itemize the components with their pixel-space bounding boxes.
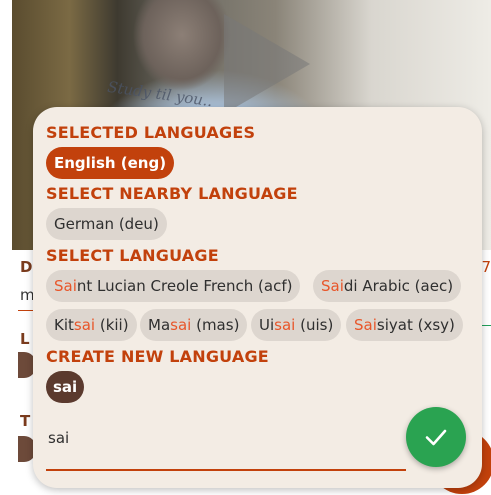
- selected-languages-title: SELECTED LANGUAGES: [46, 123, 256, 142]
- search-underline: [46, 469, 406, 471]
- language-option-chip[interactable]: Kitsai (kii): [46, 309, 137, 341]
- nearby-language-title: SELECT NEARBY LANGUAGE: [46, 184, 298, 203]
- confirm-button[interactable]: [406, 407, 466, 467]
- create-language-title: CREATE NEW LANGUAGE: [46, 347, 269, 366]
- language-option-chip[interactable]: Saidi Arabic (aec): [313, 270, 462, 302]
- language-search-input[interactable]: [48, 429, 388, 447]
- underlying-letter-l: L: [20, 330, 30, 348]
- underlying-letter-t: T: [20, 412, 31, 430]
- language-option-chip[interactable]: Uisai (uis): [251, 309, 342, 341]
- shirt-text: Study til you..: [106, 77, 214, 111]
- language-option-chip[interactable]: Saisiyat (xsy): [346, 309, 463, 341]
- language-option-chip[interactable]: Saint Lucian Creole French (acf): [46, 270, 301, 302]
- check-icon: [425, 429, 447, 446]
- underlying-letter-d: D: [20, 258, 33, 276]
- language-picker-popup: SELECTED LANGUAGES English (eng) SELECT …: [33, 107, 482, 488]
- underlying-divider: [18, 310, 34, 311]
- nearby-language-chip[interactable]: German (deu): [46, 208, 167, 240]
- select-language-title: SELECT LANGUAGE: [46, 246, 219, 265]
- selected-language-chip[interactable]: English (eng): [46, 147, 175, 179]
- create-language-chip[interactable]: sai: [46, 371, 85, 403]
- language-option-chip[interactable]: Masai (mas): [140, 309, 248, 341]
- underlying-number: 7: [481, 258, 491, 276]
- language-search-field[interactable]: [46, 419, 406, 471]
- play-icon[interactable]: [224, 14, 310, 114]
